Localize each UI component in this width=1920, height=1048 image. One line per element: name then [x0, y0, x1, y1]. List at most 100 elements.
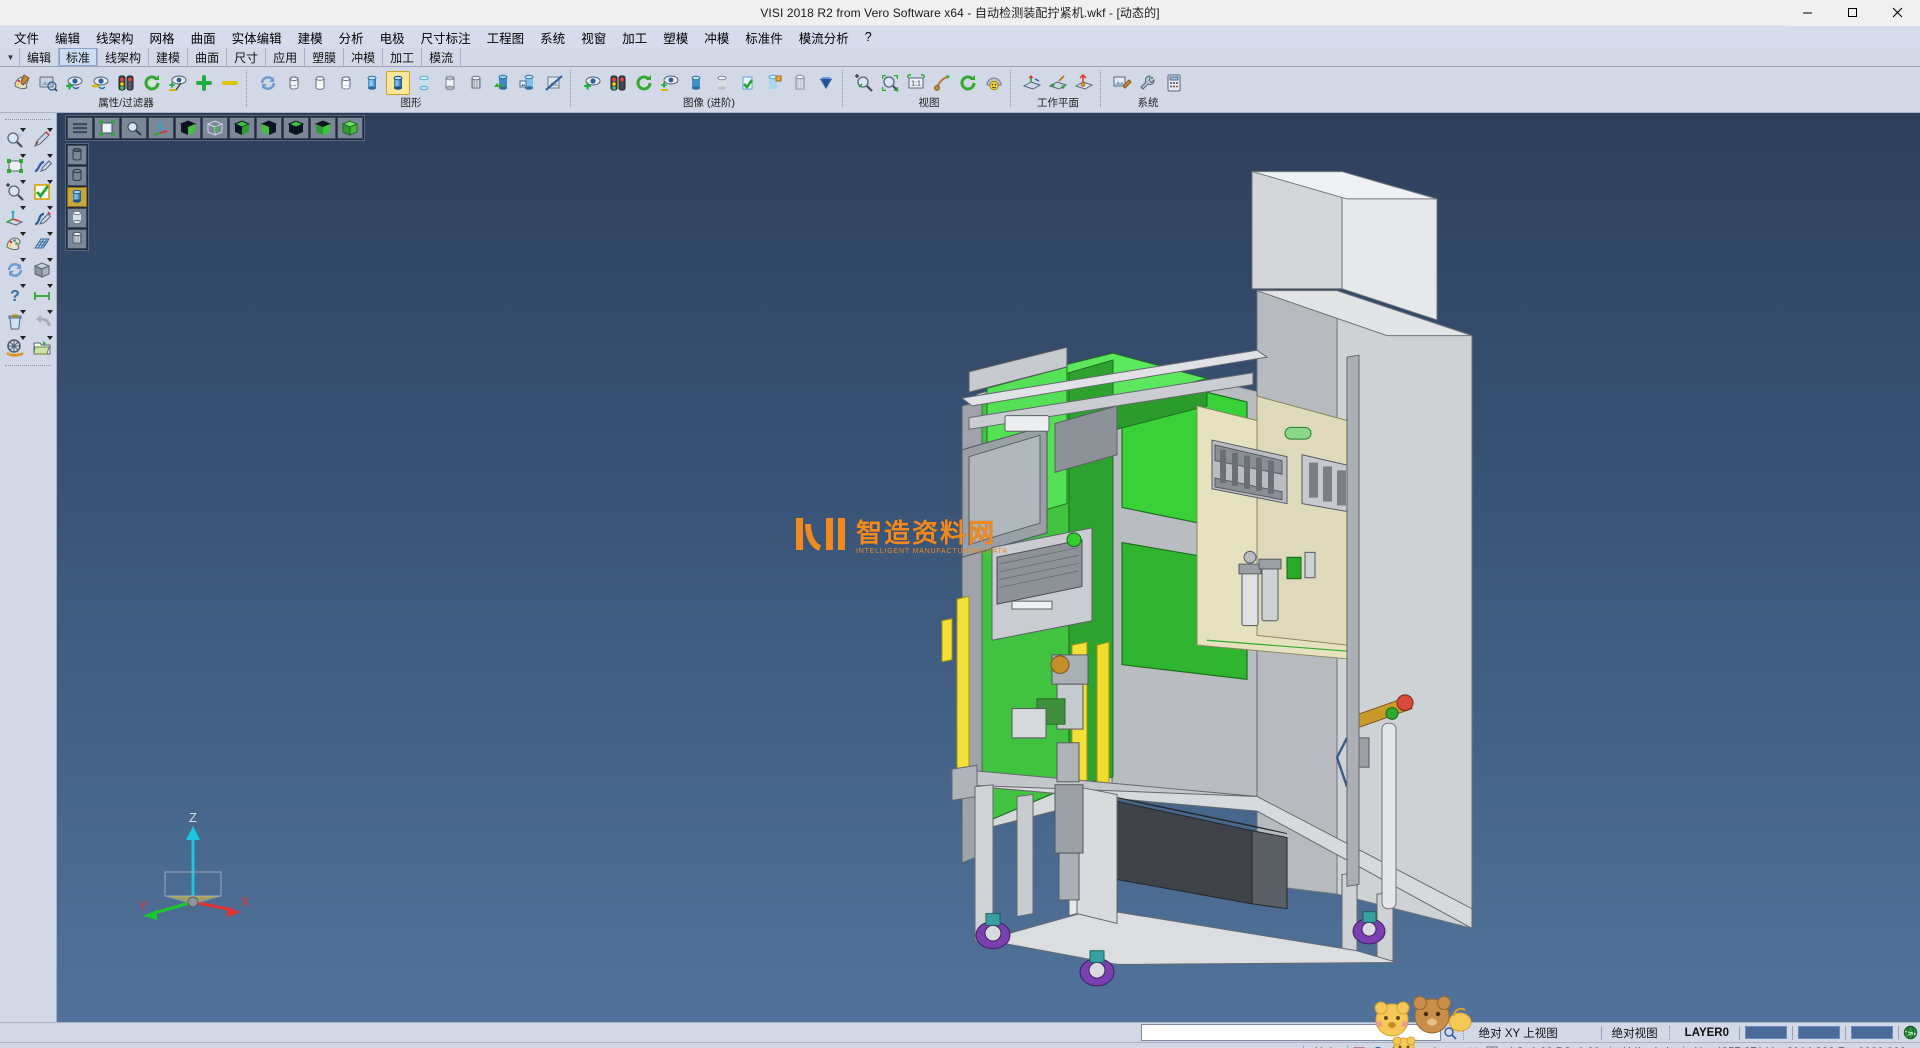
list-view-icon[interactable] — [67, 117, 93, 139]
render-cyl-icon[interactable] — [490, 71, 514, 95]
traffic-light-icon[interactable] — [114, 71, 138, 95]
iso-top-icon[interactable] — [283, 117, 309, 139]
rotate-icon[interactable] — [956, 71, 980, 95]
snap-label[interactable]: 拴牢 — [1306, 1044, 1345, 1048]
menu-item-11[interactable]: 系统 — [532, 26, 573, 49]
dynamic-view-icon[interactable] — [982, 71, 1006, 95]
globe-icon[interactable] — [1901, 1024, 1920, 1042]
menu-item-4[interactable]: 曲面 — [183, 26, 224, 49]
menu-item-16[interactable]: 标准件 — [737, 26, 791, 49]
tab-mould[interactable]: 塑膜 — [305, 48, 344, 66]
transparent-cyl-icon[interactable] — [67, 208, 87, 228]
delete-trash-icon[interactable] — [3, 310, 27, 334]
menu-item-15[interactable]: 冲模 — [696, 26, 737, 49]
3d-viewport[interactable]: 智造资料网 INTELLIGENT MANUFACTURING DATA Z Y… — [57, 113, 1920, 1022]
no-render-icon[interactable] — [542, 71, 566, 95]
color-swatch-1[interactable] — [1798, 1026, 1840, 1039]
iso-shaded-icon[interactable] — [337, 117, 363, 139]
texture-cyl-icon[interactable] — [516, 71, 540, 95]
menu-item-5[interactable]: 实体编辑 — [224, 26, 290, 49]
adv-highlight-icon[interactable] — [762, 71, 786, 95]
menu-item-3[interactable]: 网格 — [142, 26, 183, 49]
maximize-button[interactable] — [1830, 0, 1875, 26]
hidden-line-cyl-icon[interactable] — [334, 71, 358, 95]
edit-curve-icon[interactable] — [30, 154, 54, 178]
outline-cyl-icon[interactable] — [308, 71, 332, 95]
tab-wireframe[interactable]: 线架构 — [98, 48, 149, 66]
view-absolute-label[interactable]: 绝对视图 — [1604, 1024, 1666, 1042]
snap-grid-icon[interactable] — [1350, 1044, 1369, 1048]
outline-cyl-icon[interactable] — [67, 166, 87, 186]
hatched-cyl-icon[interactable] — [464, 71, 488, 95]
adv-gem-icon[interactable] — [814, 71, 838, 95]
wireframe-cyl-icon[interactable] — [282, 71, 306, 95]
hide-minus-icon[interactable] — [218, 71, 242, 95]
pan-icon[interactable] — [930, 71, 954, 95]
minimize-button[interactable] — [1785, 0, 1830, 26]
adv-shade2-icon[interactable] — [710, 71, 734, 95]
tab-surface[interactable]: 曲面 — [188, 48, 227, 66]
iso-front-icon[interactable] — [175, 117, 201, 139]
tab-flow[interactable]: 模流 — [422, 48, 461, 66]
zoom-window-icon[interactable] — [852, 71, 876, 95]
sys-config-icon[interactable] — [1110, 71, 1134, 95]
layer-preview-icon[interactable] — [36, 71, 60, 95]
layer-label[interactable]: LAYER0 — [1677, 1024, 1737, 1042]
menu-item-8[interactable]: 电极 — [372, 26, 413, 49]
remove-visibility-icon[interactable] — [88, 71, 112, 95]
menu-item-9[interactable]: 尺寸标注 — [413, 26, 479, 49]
wp-construct-icon[interactable] — [1046, 71, 1070, 95]
chevron-down-icon[interactable]: ▼ — [2, 48, 20, 66]
zoom-glass-icon[interactable] — [121, 117, 147, 139]
hatched-cyl-icon[interactable] — [67, 229, 87, 249]
menu-item-0[interactable]: 文件 — [6, 26, 47, 49]
zoom-plus-icon[interactable] — [3, 180, 27, 204]
regenerate-icon[interactable] — [3, 258, 27, 282]
iso-right-icon[interactable] — [256, 117, 282, 139]
iso-wire-icon[interactable] — [202, 117, 228, 139]
grid-plane-icon[interactable] — [30, 232, 54, 256]
sys-calc-icon[interactable] — [1162, 71, 1186, 95]
regenerate-icon[interactable] — [256, 71, 280, 95]
paint-palette-icon[interactable] — [10, 71, 34, 95]
iso-bottom-icon[interactable] — [310, 117, 336, 139]
menu-item-14[interactable]: 塑模 — [655, 26, 696, 49]
refresh-green-icon[interactable] — [140, 71, 164, 95]
select-check-icon[interactable] — [30, 180, 54, 204]
undo-arrow-icon[interactable] — [30, 310, 54, 334]
sys-tools-icon[interactable] — [1136, 71, 1160, 95]
menu-item-2[interactable]: 线架构 — [88, 26, 142, 49]
color-palette-icon[interactable] — [3, 232, 27, 256]
open-folder-icon[interactable] — [30, 336, 54, 360]
toolbar-grip[interactable] — [5, 119, 51, 125]
adv-refresh-icon[interactable] — [632, 71, 656, 95]
solid-cyl-icon[interactable] — [386, 71, 410, 95]
zoom-all-icon[interactable] — [878, 71, 902, 95]
wp-define-icon[interactable] — [1020, 71, 1044, 95]
wireframe-cyl-icon[interactable] — [67, 145, 87, 165]
color-swatch-2[interactable] — [1851, 1026, 1893, 1039]
transparent-cyl-icon[interactable] — [412, 71, 436, 95]
units-label[interactable]: 单位: 毫米 — [1613, 1044, 1681, 1048]
menu-item-13[interactable]: 加工 — [614, 26, 655, 49]
close-button[interactable] — [1875, 0, 1920, 26]
flat-cyl-icon[interactable] — [438, 71, 462, 95]
menu-item-7[interactable]: 分析 — [331, 26, 372, 49]
menu-item-12[interactable]: 视窗 — [573, 26, 614, 49]
menu-item-18[interactable]: ? — [857, 28, 880, 46]
toggle-visibility-icon[interactable] — [166, 71, 190, 95]
show-plus-icon[interactable] — [192, 71, 216, 95]
tab-standard[interactable]: 标准 — [59, 48, 98, 66]
bounding-box-icon[interactable] — [3, 154, 27, 178]
solid-cube-icon[interactable] — [30, 258, 54, 282]
draw-pencil-icon[interactable] — [30, 128, 54, 152]
iso-left-icon[interactable] — [229, 117, 255, 139]
tab-dimension[interactable]: 尺寸 — [227, 48, 266, 66]
tab-press[interactable]: 冲模 — [344, 48, 383, 66]
adv-check-icon[interactable] — [736, 71, 760, 95]
coordinate-system-icon[interactable] — [3, 206, 27, 230]
measure-distance-icon[interactable] — [30, 284, 54, 308]
add-visibility-icon[interactable] — [62, 71, 86, 95]
adv-traffic-icon[interactable] — [606, 71, 630, 95]
fit-1to1-icon[interactable]: 1:1 — [904, 71, 928, 95]
